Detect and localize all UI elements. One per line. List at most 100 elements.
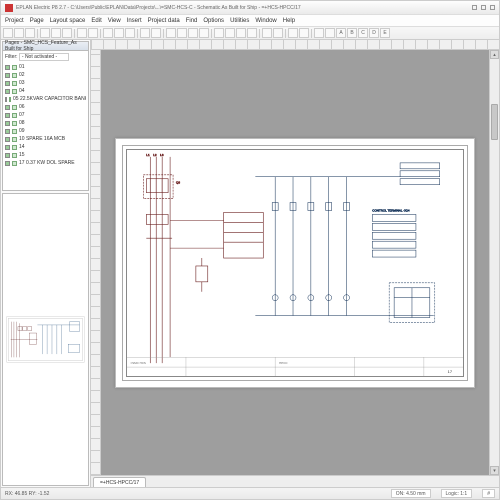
page-tree-item[interactable]: 10 SPARE 16A MCB bbox=[5, 135, 86, 143]
settings-button[interactable] bbox=[314, 28, 324, 38]
zoom-in-button[interactable] bbox=[103, 28, 113, 38]
help-button[interactable] bbox=[325, 28, 335, 38]
checkbox-icon[interactable] bbox=[5, 105, 10, 110]
menu-window[interactable]: Window bbox=[255, 18, 276, 24]
svg-text:L2: L2 bbox=[153, 152, 157, 156]
status-coords: RX: 46.85 RY: -1.52 bbox=[5, 491, 49, 497]
arc-button[interactable] bbox=[199, 28, 209, 38]
zoom-fit-button[interactable] bbox=[125, 28, 135, 38]
menu-edit[interactable]: Edit bbox=[91, 18, 101, 24]
checkbox-icon[interactable] bbox=[5, 161, 10, 166]
snap-button[interactable] bbox=[151, 28, 161, 38]
device-button[interactable] bbox=[236, 28, 246, 38]
filter-label: Filter: bbox=[5, 54, 18, 60]
menu-layout-space[interactable]: Layout space bbox=[50, 18, 86, 24]
menu-page[interactable]: Page bbox=[30, 18, 44, 24]
page-tree-item[interactable]: 17 0.37 KW DOL SPARE bbox=[5, 159, 86, 167]
menu-view[interactable]: View bbox=[108, 18, 121, 24]
checkbox-icon[interactable] bbox=[5, 113, 10, 118]
page-tree-label: 02 bbox=[19, 72, 25, 78]
save-button[interactable] bbox=[25, 28, 35, 38]
macro-button[interactable] bbox=[262, 28, 272, 38]
page-tree-label: 04 bbox=[19, 88, 25, 94]
checkbox-icon[interactable] bbox=[5, 129, 10, 134]
menu-project[interactable]: Project bbox=[5, 18, 24, 24]
close-button[interactable] bbox=[490, 5, 495, 10]
print-button[interactable] bbox=[288, 28, 298, 38]
minimize-button[interactable] bbox=[472, 5, 477, 10]
export-button[interactable] bbox=[299, 28, 309, 38]
line-button[interactable] bbox=[166, 28, 176, 38]
copy-button[interactable] bbox=[51, 28, 61, 38]
page-tree[interactable]: 01 02030405 22.5KVAR CAPACITOR BANK 10607… bbox=[5, 63, 86, 167]
vertical-scrollbar[interactable]: ▴ ▾ bbox=[489, 50, 499, 475]
preview-canvas bbox=[3, 194, 88, 485]
page-tree-item[interactable]: 15 bbox=[5, 151, 86, 159]
checkbox-icon[interactable] bbox=[5, 97, 7, 102]
checkbox-icon[interactable] bbox=[5, 153, 10, 158]
page-icon bbox=[12, 121, 17, 126]
page-tree-label: 01 bbox=[19, 64, 25, 70]
B-button[interactable]: B bbox=[347, 28, 357, 38]
menu-insert[interactable]: Insert bbox=[127, 18, 142, 24]
page-tree-item[interactable]: 04 bbox=[5, 87, 86, 95]
page-icon bbox=[12, 89, 17, 94]
pages-panel-header: Pages - SMC_HCS_Feature_As Built for Shi… bbox=[3, 42, 88, 51]
scroll-down-arrow[interactable]: ▾ bbox=[490, 466, 499, 475]
checkbox-icon[interactable] bbox=[5, 121, 10, 126]
filter-dropdown[interactable]: - Not activated - bbox=[19, 53, 69, 61]
page-tree-item[interactable]: 06 bbox=[5, 103, 86, 111]
terminal-button[interactable] bbox=[247, 28, 257, 38]
C-button[interactable]: C bbox=[358, 28, 368, 38]
D-button[interactable]: D bbox=[369, 28, 379, 38]
toolbar-separator bbox=[74, 29, 75, 38]
status-bar: RX: 46.85 RY: -1.52 ON: 4.50 mm Logic: 1… bbox=[1, 487, 499, 499]
menu-find[interactable]: Find bbox=[186, 18, 198, 24]
page-tree-item[interactable]: 14 bbox=[5, 143, 86, 151]
maximize-button[interactable] bbox=[481, 5, 486, 10]
report-button[interactable] bbox=[273, 28, 283, 38]
ruler-horizontal bbox=[91, 40, 499, 50]
toolbar-separator bbox=[37, 29, 38, 38]
menu-utilities[interactable]: Utilities bbox=[230, 18, 249, 24]
checkbox-icon[interactable] bbox=[5, 137, 10, 142]
A-button[interactable]: A bbox=[336, 28, 346, 38]
checkbox-icon[interactable] bbox=[5, 145, 10, 150]
page-tree-item[interactable]: 03 bbox=[5, 79, 86, 87]
paste-button[interactable] bbox=[62, 28, 72, 38]
zoom-out-button[interactable] bbox=[114, 28, 124, 38]
scroll-up-arrow[interactable]: ▴ bbox=[490, 50, 499, 59]
scroll-thumb[interactable] bbox=[491, 104, 498, 140]
page-tree-item[interactable]: 09 bbox=[5, 127, 86, 135]
page-tree-item[interactable]: 02 bbox=[5, 71, 86, 79]
menu-help[interactable]: Help bbox=[283, 18, 295, 24]
page-tree-item[interactable]: 05 22.5KVAR CAPACITOR BANK 1 bbox=[5, 95, 86, 103]
menu-project-data[interactable]: Project data bbox=[148, 18, 180, 24]
page-tree-label: 14 bbox=[19, 144, 25, 150]
menu-options[interactable]: Options bbox=[203, 18, 224, 24]
grid-button[interactable] bbox=[140, 28, 150, 38]
redo-button[interactable] bbox=[88, 28, 98, 38]
checkbox-icon[interactable] bbox=[5, 65, 10, 70]
toolbar-separator bbox=[285, 29, 286, 38]
checkbox-icon[interactable] bbox=[5, 89, 10, 94]
svg-text:Q3: Q3 bbox=[176, 180, 180, 184]
undo-button[interactable] bbox=[77, 28, 87, 38]
cut-button[interactable] bbox=[40, 28, 50, 38]
circle-button[interactable] bbox=[188, 28, 198, 38]
symbol-button[interactable] bbox=[225, 28, 235, 38]
ruler-vertical bbox=[91, 50, 101, 475]
checkbox-icon[interactable] bbox=[5, 73, 10, 78]
page-tree-item[interactable]: 08 bbox=[5, 119, 86, 127]
app-window: EPLAN Electric P8 2.7 - C:\Users\Public\… bbox=[0, 0, 500, 500]
E-button[interactable]: E bbox=[380, 28, 390, 38]
page-tree-item[interactable]: 01 bbox=[5, 63, 86, 71]
rect-button[interactable] bbox=[177, 28, 187, 38]
page-tab[interactable]: =+HCS-HPCC/17 bbox=[93, 477, 146, 487]
page-tree-item[interactable]: 07 bbox=[5, 111, 86, 119]
drawing-canvas[interactable]: L1 L2 L3 bbox=[101, 50, 489, 475]
wire-button[interactable] bbox=[214, 28, 224, 38]
checkbox-icon[interactable] bbox=[5, 81, 10, 86]
new-button[interactable] bbox=[3, 28, 13, 38]
open-button[interactable] bbox=[14, 28, 24, 38]
